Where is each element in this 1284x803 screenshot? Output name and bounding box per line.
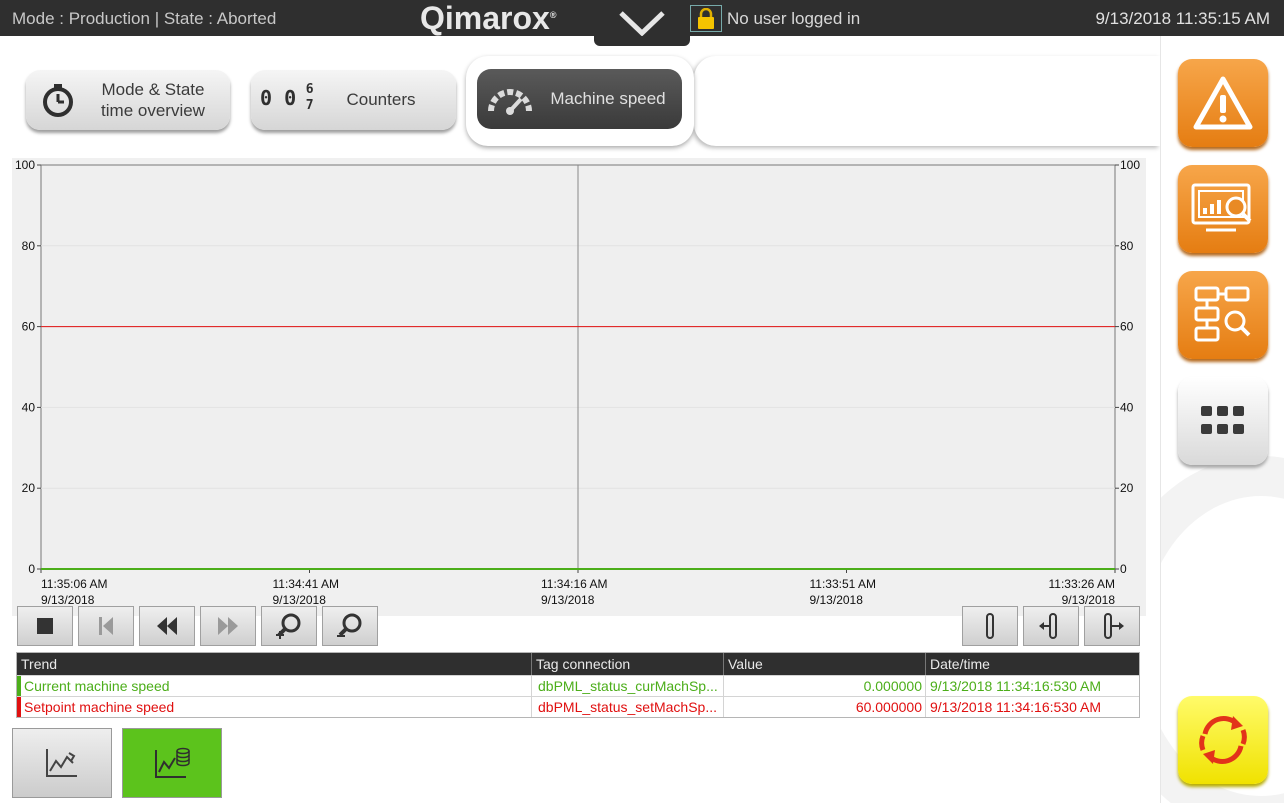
y-tick-label-left: 100 — [15, 158, 35, 172]
trend-database-icon — [155, 747, 190, 778]
x-tick-label-time: 11:33:26 AM — [1049, 577, 1116, 591]
rewind-button[interactable] — [139, 606, 195, 646]
trend-chart-canvas[interactable]: 0 0 20 20 40 40 60 60 80 80 100 100 11:35:06 AM 9/13/… — [12, 158, 1146, 616]
tab-machine-speed-label: Machine speed — [550, 89, 666, 108]
lock-button[interactable] — [690, 5, 722, 32]
y-tick-label-right: 100 — [1120, 158, 1140, 172]
logo-registered-mark: ® — [549, 10, 557, 20]
ruler-left-button[interactable] — [1023, 606, 1079, 646]
trend-chart[interactable]: 0 0 20 20 40 40 60 60 80 80 100 100 11:35:06 AM 9/13/… — [12, 158, 1146, 616]
x-tick-label-time: 11:33:51 AM — [810, 577, 877, 591]
ruler-left-icon — [1039, 613, 1057, 639]
grid-dots-icon — [1201, 406, 1244, 434]
clock: 9/13/2018 11:35:15 AM — [1095, 9, 1270, 28]
stop-icon — [37, 618, 53, 634]
y-tick-label-left: 20 — [22, 481, 36, 495]
tab-mode-state-line1: Mode & State — [101, 80, 205, 99]
forward-button[interactable] — [200, 606, 256, 646]
x-tick-label-date: 9/13/2018 — [541, 593, 595, 607]
trend-chart-icon — [46, 749, 77, 777]
logo-text: Qimarox — [420, 0, 550, 36]
y-tick-label-left: 0 — [28, 562, 35, 576]
zoom-out-icon — [337, 613, 362, 637]
report-monitor-icon — [1191, 183, 1252, 232]
y-tick-label-left: 80 — [22, 239, 36, 253]
x-tick-label-time: 11:34:41 AM — [273, 577, 340, 591]
ruler-button[interactable] — [962, 606, 1018, 646]
col-header-datetime[interactable]: Date/time — [925, 653, 1139, 675]
counter-rolling-top: 6 — [305, 82, 314, 97]
tab-strip: Mode & State time overview 0 0 6 7 Count… — [0, 36, 1160, 151]
y-tick-label-right: 20 — [1120, 481, 1134, 495]
counter-icon: 0 0 6 7 — [260, 82, 318, 114]
cell-tag: dbPML_status_setMachSp... — [531, 697, 723, 717]
menu-button[interactable] — [1178, 377, 1268, 465]
logo: Qimarox® — [420, 0, 556, 37]
x-tick-label-time: 11:35:06 AM — [41, 577, 108, 591]
refresh-icon — [1199, 716, 1247, 764]
warning-icon — [1193, 76, 1253, 130]
trend-view-button[interactable] — [12, 728, 112, 798]
cell-datetime: 9/13/2018 11:34:16:530 AM — [925, 697, 1139, 717]
x-tick-label-date: 9/13/2018 — [273, 593, 327, 607]
table-row[interactable]: Setpoint machine speed dbPML_status_setM… — [17, 696, 1139, 717]
right-panel — [1160, 36, 1284, 803]
col-header-tag[interactable]: Tag connection — [531, 653, 723, 675]
table-row[interactable]: Current machine speed dbPML_status_curMa… — [17, 675, 1139, 696]
cell-trend: Current machine speed — [17, 676, 531, 696]
tab-counters-label: Counters — [346, 90, 416, 109]
x-tick-label-time: 11:34:16 AM — [541, 577, 608, 591]
zoom-out-button[interactable] — [322, 606, 378, 646]
stop-button[interactable] — [17, 606, 73, 646]
fast-forward-icon — [218, 617, 238, 635]
cell-datetime: 9/13/2018 11:34:16:530 AM — [925, 676, 1139, 696]
counter-digits: 0 0 — [260, 86, 297, 110]
ruler-right-icon — [1104, 613, 1124, 639]
ruler-icon — [986, 613, 994, 639]
flowchart-search-icon — [1194, 286, 1251, 342]
y-tick-label-left: 60 — [22, 320, 36, 334]
col-header-trend[interactable]: Trend — [17, 653, 531, 675]
x-tick-label-date: 9/13/2018 — [41, 593, 95, 607]
zoom-in-icon — [276, 613, 301, 639]
diagram-search-button[interactable] — [1178, 271, 1268, 359]
col-header-value[interactable]: Value — [723, 653, 925, 675]
y-tick-label-left: 40 — [22, 400, 36, 414]
cell-value: 60.000000 — [723, 697, 925, 717]
lock-icon — [698, 8, 714, 29]
tab-mode-state[interactable]: Mode & State time overview — [26, 70, 230, 130]
y-tick-label-right: 60 — [1120, 320, 1134, 334]
tab-counters[interactable]: 0 0 6 7 Counters — [251, 70, 456, 130]
first-button[interactable] — [78, 606, 134, 646]
stopwatch-icon — [43, 84, 73, 117]
chevron-down-icon — [619, 11, 665, 36]
speedometer-icon — [488, 89, 532, 115]
counter-rolling-bottom: 7 — [305, 98, 314, 113]
report-button[interactable] — [1178, 165, 1268, 253]
ruler-right-button[interactable] — [1084, 606, 1140, 646]
refresh-button[interactable] — [1178, 696, 1268, 784]
cell-tag: dbPML_status_curMachSp... — [531, 676, 723, 696]
tab-bar-background — [694, 56, 1160, 146]
x-tick-label-date: 9/13/2018 — [1062, 593, 1116, 607]
y-tick-label-right: 40 — [1120, 400, 1134, 414]
tab-machine-speed[interactable]: Machine speed — [477, 69, 682, 129]
trend-table: Trend Tag connection Value Date/time Cur… — [16, 652, 1140, 718]
y-tick-label-right: 0 — [1120, 562, 1127, 576]
trend-data-button[interactable] — [122, 728, 222, 798]
cell-trend: Setpoint machine speed — [17, 697, 531, 717]
mode-state-label: Mode : Production | State : Aborted — [12, 9, 277, 28]
rewind-icon — [157, 617, 177, 635]
table-header: Trend Tag connection Value Date/time — [17, 653, 1139, 675]
alarm-button[interactable] — [1178, 59, 1268, 147]
skip-start-icon — [99, 617, 113, 635]
user-status: No user logged in — [727, 9, 861, 28]
tab-mode-state-line2: time overview — [101, 101, 205, 120]
x-tick-label-date: 9/13/2018 — [810, 593, 864, 607]
cell-value: 0.000000 — [723, 676, 925, 696]
y-tick-label-right: 80 — [1120, 239, 1134, 253]
zoom-in-button[interactable] — [261, 606, 317, 646]
